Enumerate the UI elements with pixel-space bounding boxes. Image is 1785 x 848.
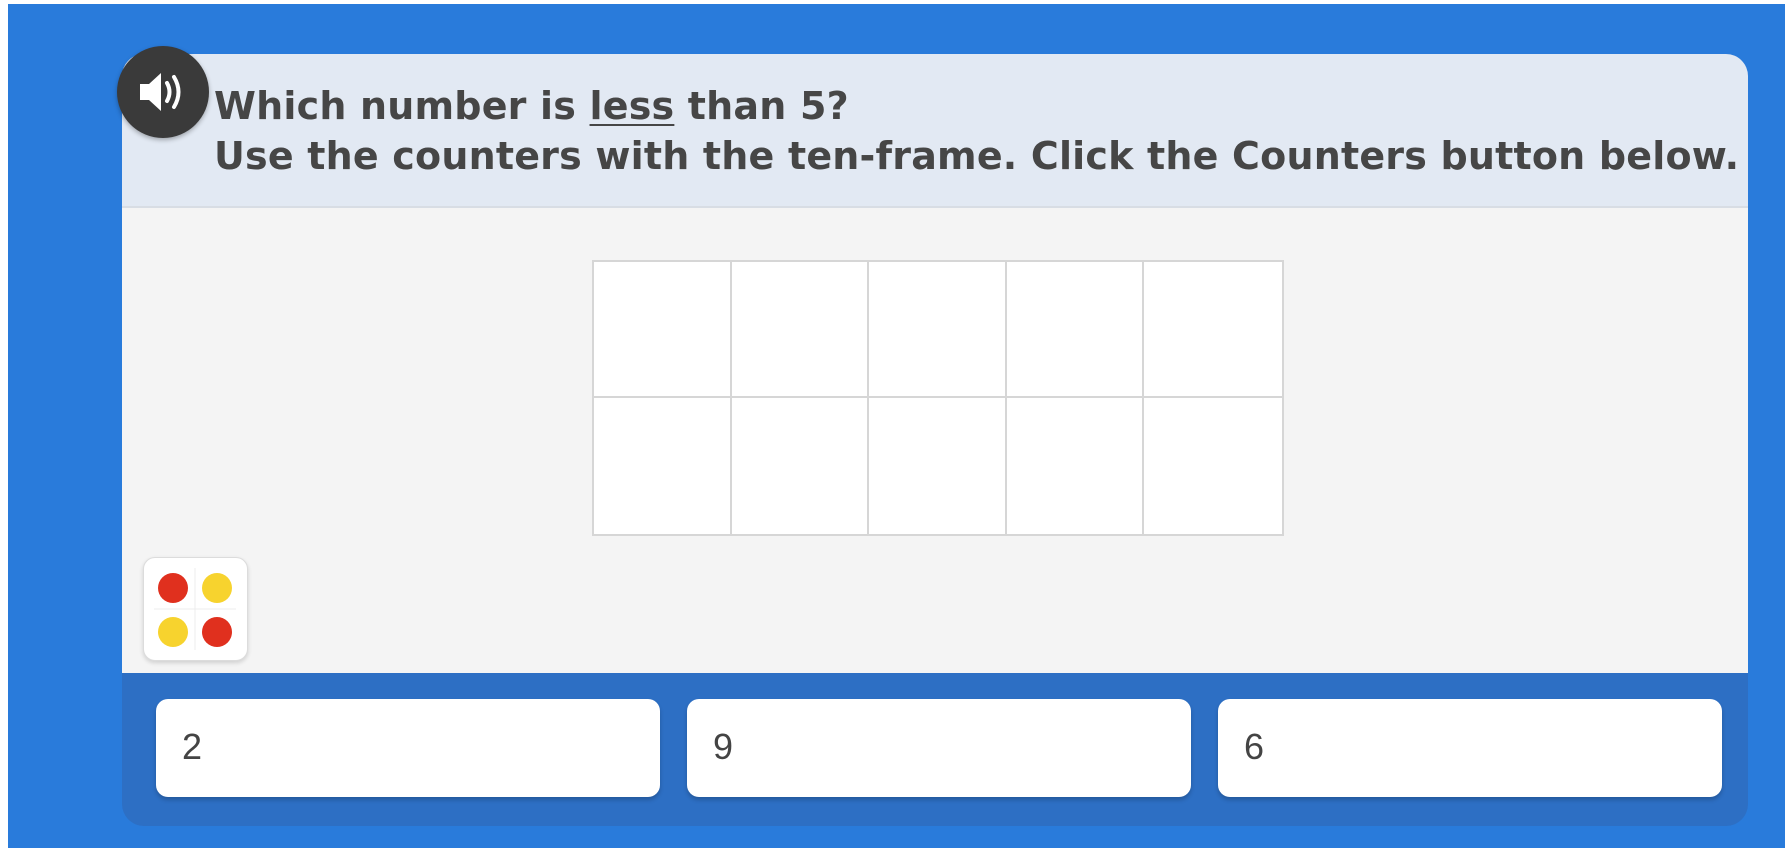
ten-frame-cell [1144, 262, 1282, 398]
question-card: Which number is less than 5? Use the cou… [122, 54, 1748, 826]
question-text: Which number is less than 5? [214, 84, 849, 128]
counters-button[interactable] [143, 557, 248, 661]
ten-frame-cell [1144, 398, 1282, 534]
speaker-icon [140, 73, 181, 111]
counter-red-icon [202, 617, 232, 647]
answer-choices: 2 9 6 [122, 673, 1748, 826]
page-background: Which number is less than 5? Use the cou… [8, 4, 1785, 848]
counter-yellow-icon [158, 617, 188, 647]
ten-frame [592, 260, 1284, 536]
counters-icon [154, 568, 236, 650]
ten-frame-cell [731, 262, 870, 398]
question-text-end: than 5? [674, 84, 849, 128]
ten-frame-cell [869, 398, 1007, 534]
answer-label: 6 [1244, 726, 1265, 767]
answer-label: 2 [182, 726, 203, 767]
ten-frame-cell [869, 262, 1007, 398]
ten-frame-cell [731, 398, 870, 534]
question-prompt: Which number is less than 5? Use the cou… [122, 54, 1748, 208]
answer-option-9[interactable]: 9 [687, 699, 1191, 797]
answer-option-2[interactable]: 2 [156, 699, 660, 797]
question-instructions: Use the counters with the ten-frame. Cli… [214, 134, 1740, 178]
counter-red-icon [158, 573, 188, 603]
workspace [122, 208, 1748, 673]
ten-frame-cell [1006, 398, 1145, 534]
ten-frame-cell [594, 398, 732, 534]
question-text-start: Which number is [214, 84, 590, 128]
audio-button[interactable] [117, 46, 209, 138]
answer-option-6[interactable]: 6 [1218, 699, 1722, 797]
counter-yellow-icon [202, 573, 232, 603]
answer-label: 9 [713, 726, 734, 767]
ten-frame-cell [594, 262, 732, 398]
ten-frame-cell [1006, 262, 1145, 398]
question-emphasis: less [589, 84, 675, 128]
